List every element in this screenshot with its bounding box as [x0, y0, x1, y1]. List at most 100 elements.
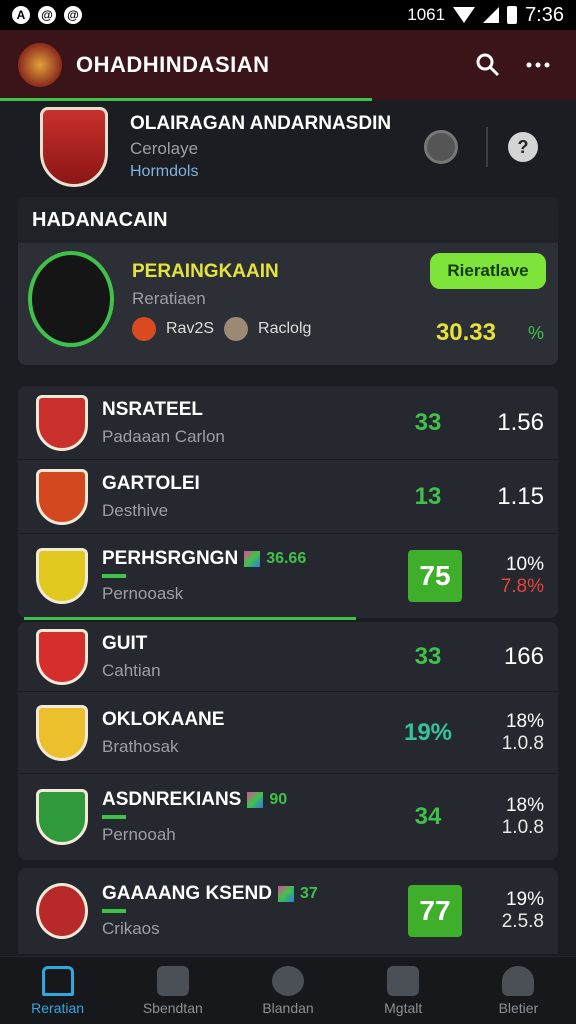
team-name: OKLOKAANE — [102, 708, 225, 730]
rating-box: 75 — [408, 550, 462, 602]
battery-icon — [507, 6, 518, 24]
featured-tags: Rav2S Raclolg — [132, 317, 311, 341]
team-crest — [36, 548, 88, 604]
cube-icon — [247, 792, 264, 808]
league-subtitle: Cerolaye — [130, 139, 199, 158]
nav-label: Blandan — [262, 999, 314, 1016]
team-sub: Desthive — [102, 500, 169, 520]
team-name-text: PERHSRGNGN — [102, 548, 239, 569]
team-right: 1.15 — [497, 482, 544, 510]
team-right: 18% 1.0.8 — [478, 711, 544, 755]
status-bar: A @ @ 1061 7:36 — [0, 0, 576, 30]
team-crest — [36, 468, 88, 525]
wifi-icon — [453, 7, 476, 23]
team-crest — [36, 704, 88, 761]
team-badge: 90 — [269, 791, 288, 808]
team-right: 18% 1.0.8 — [478, 795, 544, 839]
featured-body[interactable]: PERAINGKAAIN Reratiaen Rav2S Raclolg Rie… — [18, 243, 558, 365]
list-item[interactable]: PERHSRGNGN 36.66 Pernooask 75 10% 7.8% — [18, 534, 558, 618]
league-header: OLAIRAGAN ANDARNASDIN Cerolaye Hormdols … — [18, 104, 558, 190]
status-notifications: A @ @ — [12, 6, 82, 24]
featured-card: HADANACAIN PERAINGKAAIN Reratiaen Rav2S … — [18, 197, 558, 365]
league-link[interactable]: Hormdols — [130, 163, 424, 181]
team-list-2: GUIT Cahtian 33 166 OKLOKAANE Brathosak … — [18, 622, 558, 860]
nav-item-profile[interactable]: Bletier — [461, 957, 576, 1024]
team-right: 10% 7.8% — [478, 554, 544, 598]
profile-icon — [502, 965, 535, 996]
list-item[interactable]: GARTOLEI Desthive 13 1.15 — [18, 460, 558, 534]
team-sub: Pernooask — [102, 584, 184, 603]
app-title: OHADHINDASIAN — [76, 52, 270, 77]
team-right: 1.56 — [497, 408, 544, 436]
team-badge: 37 — [299, 885, 318, 902]
bottom-nav: Reratian Sbendtan Blandan Mgtalt Bletier — [0, 956, 576, 1024]
featured-name: PERAINGKAAIN — [132, 261, 279, 282]
team-name-text: ASDNREKIANS — [102, 789, 242, 810]
loading-progress — [0, 98, 372, 101]
nav-label: Reratian — [31, 999, 85, 1016]
nav-label: Sbendtan — [142, 999, 203, 1016]
team-name-text: GAAAANG KSEND — [102, 883, 272, 904]
list-item[interactable]: ASDNREKIANS 90 Pernooah 34 18% 1.0.8 — [18, 774, 558, 860]
home-icon — [41, 965, 74, 996]
progress-bar — [102, 815, 126, 819]
stats-icon — [156, 965, 189, 996]
list-item[interactable]: GAAAANG KSEND 37 Crikaos 77 19% 2.5.8 — [18, 868, 558, 954]
team-list-1: NSRATEEL Padaaan Carlon 33 1.56 GARTOLEI… — [18, 386, 558, 618]
team-sub: Brathosak — [102, 736, 179, 756]
list-item[interactable]: OKLOKAANE Brathosak 19% 18% 1.0.8 — [18, 692, 558, 774]
status-time: 7:36 — [525, 3, 564, 26]
team-sub: Crikaos — [102, 919, 160, 938]
team-name: PERHSRGNGN 36.66 — [102, 548, 408, 570]
shield-icon[interactable] — [424, 130, 458, 164]
team-right-top: 18% — [505, 710, 544, 732]
more-icon[interactable] — [518, 45, 558, 85]
signal-icon — [483, 7, 500, 23]
progress-bar — [102, 909, 126, 913]
divider — [486, 127, 488, 167]
tag-icon — [132, 317, 156, 341]
help-icon[interactable]: ? — [508, 132, 538, 162]
featured-section-title: HADANACAIN — [18, 197, 558, 243]
team-right-bottom: 7.8% — [500, 576, 544, 597]
progress-bar — [102, 574, 126, 578]
avatar — [224, 317, 249, 341]
app-bar: OHADHINDASIAN — [0, 30, 576, 100]
featured-subtitle: Reratiaen — [132, 289, 206, 308]
section-divider — [24, 617, 356, 620]
nav-label: Bletier — [498, 999, 539, 1016]
featured-tag-2: Raclolg — [258, 320, 312, 337]
featured-action-button[interactable]: Rieratlave — [430, 253, 546, 289]
nav-item-home[interactable]: Reratian — [0, 957, 115, 1024]
search-icon[interactable] — [468, 45, 508, 85]
nav-item-mail[interactable]: Mgtalt — [346, 957, 461, 1024]
team-sub: Padaaan Carlon — [102, 426, 225, 446]
nav-item-ball[interactable]: Blandan — [230, 957, 345, 1024]
team-badge: 36.66 — [266, 550, 307, 567]
team-value: 33 — [414, 408, 442, 436]
team-right-top: 19% — [505, 889, 544, 910]
team-name: GUIT — [102, 632, 148, 654]
list-item[interactable]: GUIT Cahtian 33 166 — [18, 622, 558, 692]
team-name: GARTOLEI — [102, 472, 200, 494]
team-crest — [36, 394, 88, 451]
league-info: OLAIRAGAN ANDARNASDIN Cerolaye Hormdols — [130, 113, 424, 181]
team-crest — [36, 789, 88, 845]
team-right-top: 18% — [505, 795, 544, 816]
ball-icon — [272, 965, 304, 996]
team-name: GAAAANG KSEND 37 — [102, 883, 408, 905]
team-crest — [36, 883, 88, 939]
team-right-bottom: 1.0.8 — [501, 817, 544, 838]
nav-item-stats[interactable]: Sbendtan — [115, 957, 230, 1024]
team-sub: Cahtian — [102, 660, 161, 680]
team-list-3: GAAAANG KSEND 37 Crikaos 77 19% 2.5.8 — [18, 868, 558, 954]
team-value: 13 — [414, 482, 442, 510]
team-value: 34 — [414, 803, 442, 830]
rating-box: 77 — [408, 885, 462, 937]
notification-icon: A — [12, 6, 30, 24]
player-avatar — [28, 251, 114, 347]
cube-icon — [277, 886, 294, 902]
team-right-bottom: 2.5.8 — [501, 911, 544, 932]
list-item[interactable]: NSRATEEL Padaaan Carlon 33 1.56 — [18, 386, 558, 460]
team-right: 166 — [503, 642, 544, 670]
